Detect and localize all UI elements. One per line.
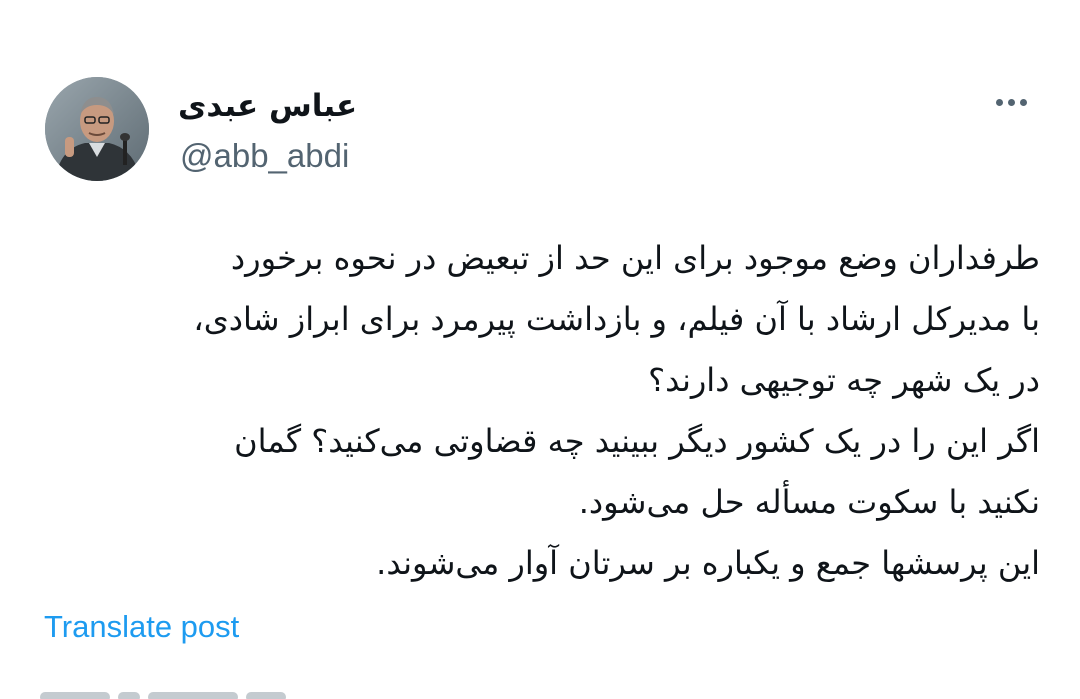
more-horizontal-icon (1019, 98, 1027, 106)
tweet-line: نکنید با سکوت مسأله حل می‌شود. (578, 483, 1040, 521)
translate-post-link[interactable]: Translate post (44, 607, 239, 647)
avatar[interactable] (45, 77, 149, 181)
profile-photo-icon (45, 77, 149, 181)
author-display-name[interactable]: عباس عبدی (178, 84, 357, 128)
more-options-button[interactable] (986, 84, 1036, 120)
author-handle[interactable]: @abb_abdi (180, 136, 349, 176)
tweet-line: این پرسشها جمع و یکباره بر سرتان آوار می… (376, 544, 1040, 582)
post-metadata-cropped (40, 686, 440, 699)
tweet-line: در یک شهر چه توجیهی دارند؟ (648, 361, 1040, 399)
tweet-line: با مدیرکل ارشاد با آن فیلم، و بازداشت پی… (193, 300, 1040, 338)
tweet-line: اگر این را در یک کشور دیگر ببینید چه قضا… (234, 422, 1040, 460)
tweet-text: طرفداران وضع موجود برای این حد از تبعیض … (40, 228, 1040, 594)
more-horizontal-icon (995, 98, 1003, 106)
tweet-line: طرفداران وضع موجود برای این حد از تبعیض … (230, 239, 1040, 277)
more-horizontal-icon (1007, 98, 1015, 106)
